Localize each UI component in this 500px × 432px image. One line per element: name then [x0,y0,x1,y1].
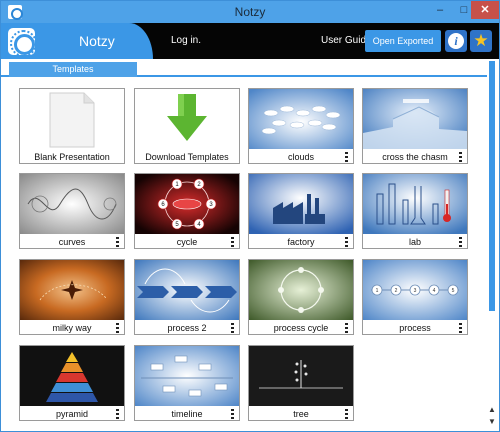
tree-thumbnail [249,346,353,406]
process-thumbnail: 1 2 3 4 5 [363,260,467,320]
process-number: 5 [452,288,455,294]
user-guide-link[interactable]: User Guide [321,35,372,46]
process-number: 2 [395,288,398,294]
template-card-lab[interactable]: lab [362,173,468,249]
download-arrow-icon [135,89,239,149]
notzy-logo-icon [8,28,37,57]
template-label: process [399,323,431,333]
template-label: cycle [176,237,198,247]
lab-thumbnail [363,174,467,234]
pyramid-thumbnail [20,346,124,406]
template-card-tree[interactable]: tree [248,345,354,421]
template-label: curves [58,237,86,247]
template-card-process-2[interactable]: process 2 [134,259,240,335]
star-icon: ★ [473,31,489,50]
milky-way-thumbnail [20,260,124,320]
more-options-icon[interactable] [116,409,119,419]
scroll-thumb[interactable] [489,61,495,311]
template-card-blank-presentation[interactable]: Blank Presentation [19,88,125,164]
more-options-icon[interactable] [116,237,119,247]
timeline-thumbnail [135,346,239,406]
app-window: Notzy – □ ✕ Notzy Log in. User Guide Ope… [0,0,500,432]
clouds-thumbnail [249,89,353,149]
process-number: 4 [433,288,436,294]
blank-page-icon [20,89,124,149]
template-card-factory[interactable]: factory [248,173,354,249]
more-options-icon[interactable] [459,323,462,333]
star-button[interactable]: ★ [470,30,492,52]
template-card-cross-the-chasm[interactable]: cross the chasm [362,88,468,164]
more-options-icon[interactable] [345,237,348,247]
template-label: Download Templates [145,152,229,162]
brand-area: Notzy [1,23,153,59]
template-label: Blank Presentation [34,152,110,162]
cross-the-chasm-thumbnail [363,89,467,149]
brand-name: Notzy [79,33,115,49]
more-options-icon[interactable] [345,323,348,333]
factory-thumbnail [249,174,353,234]
open-exported-file-button[interactable]: Open Exported File [365,30,441,68]
process-number: 1 [376,288,379,294]
template-label: tree [293,409,309,419]
more-options-icon[interactable] [345,152,348,162]
close-button[interactable]: ✕ [471,1,499,19]
template-label: lab [408,237,421,247]
curves-thumbnail [20,174,124,234]
minimize-button[interactable]: – [428,1,452,19]
process-cycle-thumbnail [249,260,353,320]
more-options-icon[interactable] [459,237,462,247]
more-options-icon[interactable] [116,323,119,333]
template-label: process cycle [273,323,329,333]
template-label: process 2 [167,323,207,333]
cycle-thumbnail: 1 2 3 4 5 6 [135,174,239,234]
template-label: timeline [171,409,203,419]
more-options-icon[interactable] [231,323,234,333]
template-card-process[interactable]: 1 2 3 4 5 process [362,259,468,335]
template-card-curves[interactable]: curves [19,173,125,249]
tab-templates[interactable]: Templates [9,62,137,77]
process-2-thumbnail [135,260,239,320]
template-card-timeline[interactable]: timeline [134,345,240,421]
window-title: Notzy [234,5,266,19]
template-label: factory [287,237,315,247]
template-label: pyramid [55,409,88,419]
template-card-cycle[interactable]: 1 2 3 4 5 6 cycle [134,173,240,249]
template-card-milky-way[interactable]: milky way [19,259,125,335]
vertical-scrollbar[interactable]: ▲ ▼ [487,59,499,431]
info-icon: i [448,33,464,49]
template-label: cross the chasm [382,152,448,162]
info-button[interactable]: i [445,30,467,52]
template-card-clouds[interactable]: clouds [248,88,354,164]
template-card-pyramid[interactable]: pyramid [19,345,125,421]
template-label: milky way [52,323,92,333]
process-number: 3 [414,288,417,294]
template-card-download-templates[interactable]: Download Templates [134,88,240,164]
scroll-up-arrow-icon[interactable]: ▲ [488,405,496,414]
more-options-icon[interactable] [231,409,234,419]
more-options-icon[interactable] [459,152,462,162]
login-link[interactable]: Log in. [171,35,201,46]
template-label: clouds [287,152,314,162]
more-options-icon[interactable] [345,409,348,419]
app-header: Notzy Log in. User Guide Open Exported F… [1,23,499,68]
title-bar: Notzy – □ ✕ [1,1,499,23]
template-card-process-cycle[interactable]: process cycle [248,259,354,335]
scroll-down-arrow-icon[interactable]: ▼ [488,417,496,426]
more-options-icon[interactable] [231,237,234,247]
